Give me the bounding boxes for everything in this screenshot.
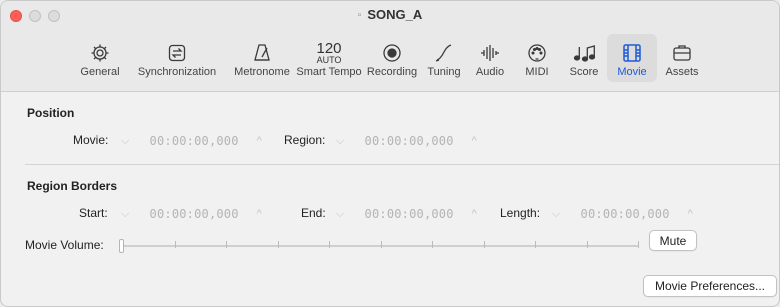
region-position-value: 00:00:00,000	[364, 134, 454, 148]
slider-knob[interactable]	[119, 239, 124, 253]
movie-position-field[interactable]: ⌵ 00:00:00,000 ^	[119, 131, 269, 151]
metronome-icon	[251, 40, 273, 66]
end-label: End:	[301, 206, 326, 220]
sync-icon	[167, 40, 187, 66]
tab-label: Metronome	[234, 66, 290, 78]
window-title-text: SONG_A	[367, 7, 423, 22]
end-value: 00:00:00,000	[364, 207, 454, 221]
movie-volume-slider[interactable]	[119, 239, 643, 253]
notes-icon	[572, 40, 596, 66]
tempo-icon: 120 AUTO	[316, 40, 341, 66]
slider-tick	[329, 241, 330, 248]
position-section-title: Position	[27, 106, 75, 120]
tempo-value: 120	[316, 39, 342, 57]
section-divider	[25, 164, 779, 165]
tab-label: Smart Tempo	[296, 66, 362, 78]
region-position-label: Region:	[284, 133, 326, 147]
chevron-up-icon[interactable]: ^	[472, 208, 477, 220]
slider-tick	[381, 241, 382, 248]
tab-assets[interactable]: Assets	[657, 34, 707, 82]
chevron-down-icon[interactable]: ⌵	[552, 208, 561, 221]
start-field[interactable]: ⌵ 00:00:00,000 ^	[119, 204, 269, 224]
slider-tick	[175, 241, 176, 248]
midi-icon	[526, 40, 548, 66]
tab-score[interactable]: Score	[561, 34, 607, 82]
tab-midi[interactable]: MIDI	[513, 34, 561, 82]
movie-position-label: Movie:	[73, 133, 109, 147]
chevron-up-icon[interactable]: ^	[257, 208, 262, 220]
tab-audio[interactable]: Audio	[467, 34, 513, 82]
end-field[interactable]: ⌵ 00:00:00,000 ^	[334, 204, 484, 224]
tab-tuning[interactable]: Tuning	[421, 34, 467, 82]
gear-icon	[89, 40, 111, 66]
chevron-up-icon[interactable]: ^	[472, 135, 477, 147]
region-borders-section-title: Region Borders	[27, 179, 118, 193]
record-icon	[381, 40, 403, 66]
length-label: Length:	[500, 206, 541, 220]
window-title: ▫ SONG_A	[1, 7, 779, 22]
tab-bar: General Synchronization Metronome 120 AU…	[75, 34, 707, 82]
movie-position-value: 00:00:00,000	[149, 134, 239, 148]
length-value: 00:00:00,000	[580, 207, 670, 221]
waveform-icon	[479, 40, 501, 66]
movie-volume-label: Movie Volume:	[25, 238, 104, 252]
chevron-up-icon[interactable]: ^	[257, 135, 262, 147]
slider-tick	[278, 241, 279, 248]
slider-tick	[226, 241, 227, 248]
movie-settings-panel: Position Movie: ⌵ 00:00:00,000 ^ Region:…	[1, 93, 779, 306]
tab-label: Tuning	[427, 66, 461, 78]
tab-label: Recording	[366, 66, 418, 78]
length-field[interactable]: ⌵ 00:00:00,000 ^	[550, 204, 700, 224]
slider-tick	[535, 241, 536, 248]
slider-tick	[638, 241, 639, 248]
preferences-window: ▫ SONG_A General Synchronization Metronom…	[0, 0, 780, 307]
movie-preferences-button[interactable]: Movie Preferences...	[643, 275, 777, 297]
chevron-down-icon[interactable]: ⌵	[336, 135, 345, 148]
tab-label: MIDI	[525, 66, 549, 78]
tab-label: Score	[569, 66, 599, 78]
start-value: 00:00:00,000	[149, 207, 239, 221]
chevron-down-icon[interactable]: ⌵	[121, 208, 130, 221]
tab-smart-tempo[interactable]: 120 AUTO Smart Tempo	[295, 34, 363, 82]
tab-metronome[interactable]: Metronome	[229, 34, 295, 82]
slider-tick	[587, 241, 588, 248]
tab-label: Audio	[475, 66, 505, 78]
tab-label: Movie	[617, 66, 647, 78]
tab-label: General	[80, 66, 120, 78]
region-position-field[interactable]: ⌵ 00:00:00,000 ^	[334, 131, 484, 151]
tab-label: Assets	[665, 66, 699, 78]
tab-movie[interactable]: Movie	[607, 34, 657, 82]
tempo-mode: AUTO	[316, 54, 342, 65]
start-label: Start:	[79, 206, 108, 220]
tab-synchronization[interactable]: Synchronization	[125, 34, 229, 82]
tab-recording[interactable]: Recording	[363, 34, 421, 82]
chevron-down-icon[interactable]: ⌵	[336, 208, 345, 221]
briefcase-icon	[671, 40, 693, 66]
chevron-down-icon[interactable]: ⌵	[121, 135, 130, 148]
tuning-icon	[433, 40, 455, 66]
chevron-up-icon[interactable]: ^	[688, 208, 693, 220]
slider-tick	[484, 241, 485, 248]
document-icon: ▫	[357, 10, 362, 21]
tab-general[interactable]: General	[75, 34, 125, 82]
film-icon	[621, 40, 643, 66]
mute-button[interactable]: Mute	[649, 230, 697, 251]
slider-tick	[432, 241, 433, 248]
tab-label: Synchronization	[137, 66, 217, 78]
toolbar: ▫ SONG_A General Synchronization Metronom…	[1, 1, 779, 92]
